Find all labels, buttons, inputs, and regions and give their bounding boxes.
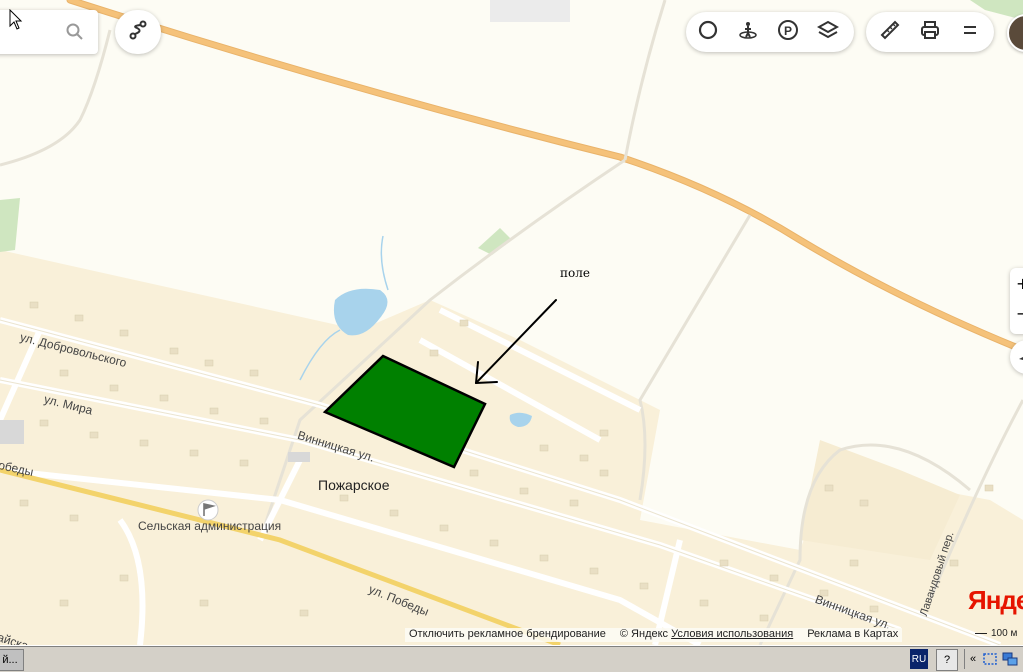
copyright-text: © Яндекс Условия использования (620, 628, 793, 642)
taskbar-app-button[interactable]: й... (0, 649, 24, 671)
zoom-control: + − (1010, 268, 1023, 334)
scale-label: 100 м (991, 628, 1018, 639)
help-button[interactable]: ? (936, 649, 958, 671)
yandex-logo[interactable]: Яндекс (968, 585, 1023, 616)
place-name[interactable]: Пожарское (318, 477, 389, 493)
green-patch (0, 198, 20, 252)
menu-button[interactable] (952, 14, 988, 50)
advertise-link[interactable]: Реклама в Картах (807, 628, 898, 642)
menu-icon (960, 20, 980, 44)
panorama-icon (738, 20, 758, 44)
zoom-in-button[interactable]: + (1016, 274, 1023, 293)
language-indicator[interactable]: RU (910, 649, 928, 669)
panorama-button[interactable] (730, 14, 766, 50)
map-footer: Отключить рекламное брендирование © Янде… (405, 628, 903, 642)
svg-text:P: P (784, 24, 792, 38)
traffic-button[interactable] (690, 14, 726, 50)
scale-bar: 100 м (975, 628, 1017, 639)
map-base-layer (0, 0, 1023, 645)
ruler-button[interactable] (872, 14, 908, 50)
zoom-out-button[interactable]: − (1016, 304, 1023, 323)
annotation-label: поле (560, 266, 590, 280)
selection-tray-icon[interactable] (982, 649, 998, 669)
route-button[interactable] (115, 10, 161, 54)
logo-text: Яндекс (968, 585, 1023, 615)
mouse-cursor (9, 8, 23, 35)
layers-icon (816, 19, 840, 45)
traffic-icon (698, 20, 718, 44)
layers-toolbar: P (686, 12, 854, 52)
locate-icon (1018, 350, 1023, 369)
tools-toolbar (866, 12, 994, 52)
print-icon (919, 19, 941, 45)
industrial-area (490, 0, 570, 22)
poi-label[interactable]: Сельская администрация (138, 519, 281, 533)
route-icon (127, 19, 149, 45)
disable-ads-link[interactable]: Отключить рекламное брендирование (409, 628, 606, 642)
residential-area (0, 250, 1023, 645)
copyright-label: © Яндекс (619, 628, 669, 640)
residential-block (800, 440, 960, 560)
taskbar: й... RU ? « (0, 645, 1023, 672)
print-button[interactable] (912, 14, 948, 50)
parking-icon: P (777, 19, 799, 45)
map-canvas[interactable]: поле Пожарское Сельская администрация ул… (0, 0, 1023, 645)
search-icon[interactable] (66, 23, 84, 45)
parking-button[interactable]: P (770, 14, 806, 50)
poi-marker (197, 499, 219, 521)
ruler-icon (879, 19, 901, 45)
network-tray-icon[interactable] (1002, 649, 1018, 669)
terms-link[interactable]: Условия использования (671, 628, 793, 640)
tray-expand-button[interactable]: « (964, 649, 981, 669)
stream (380, 235, 389, 291)
large-building (288, 452, 310, 462)
layers-button[interactable] (810, 14, 846, 50)
large-building (0, 420, 24, 444)
